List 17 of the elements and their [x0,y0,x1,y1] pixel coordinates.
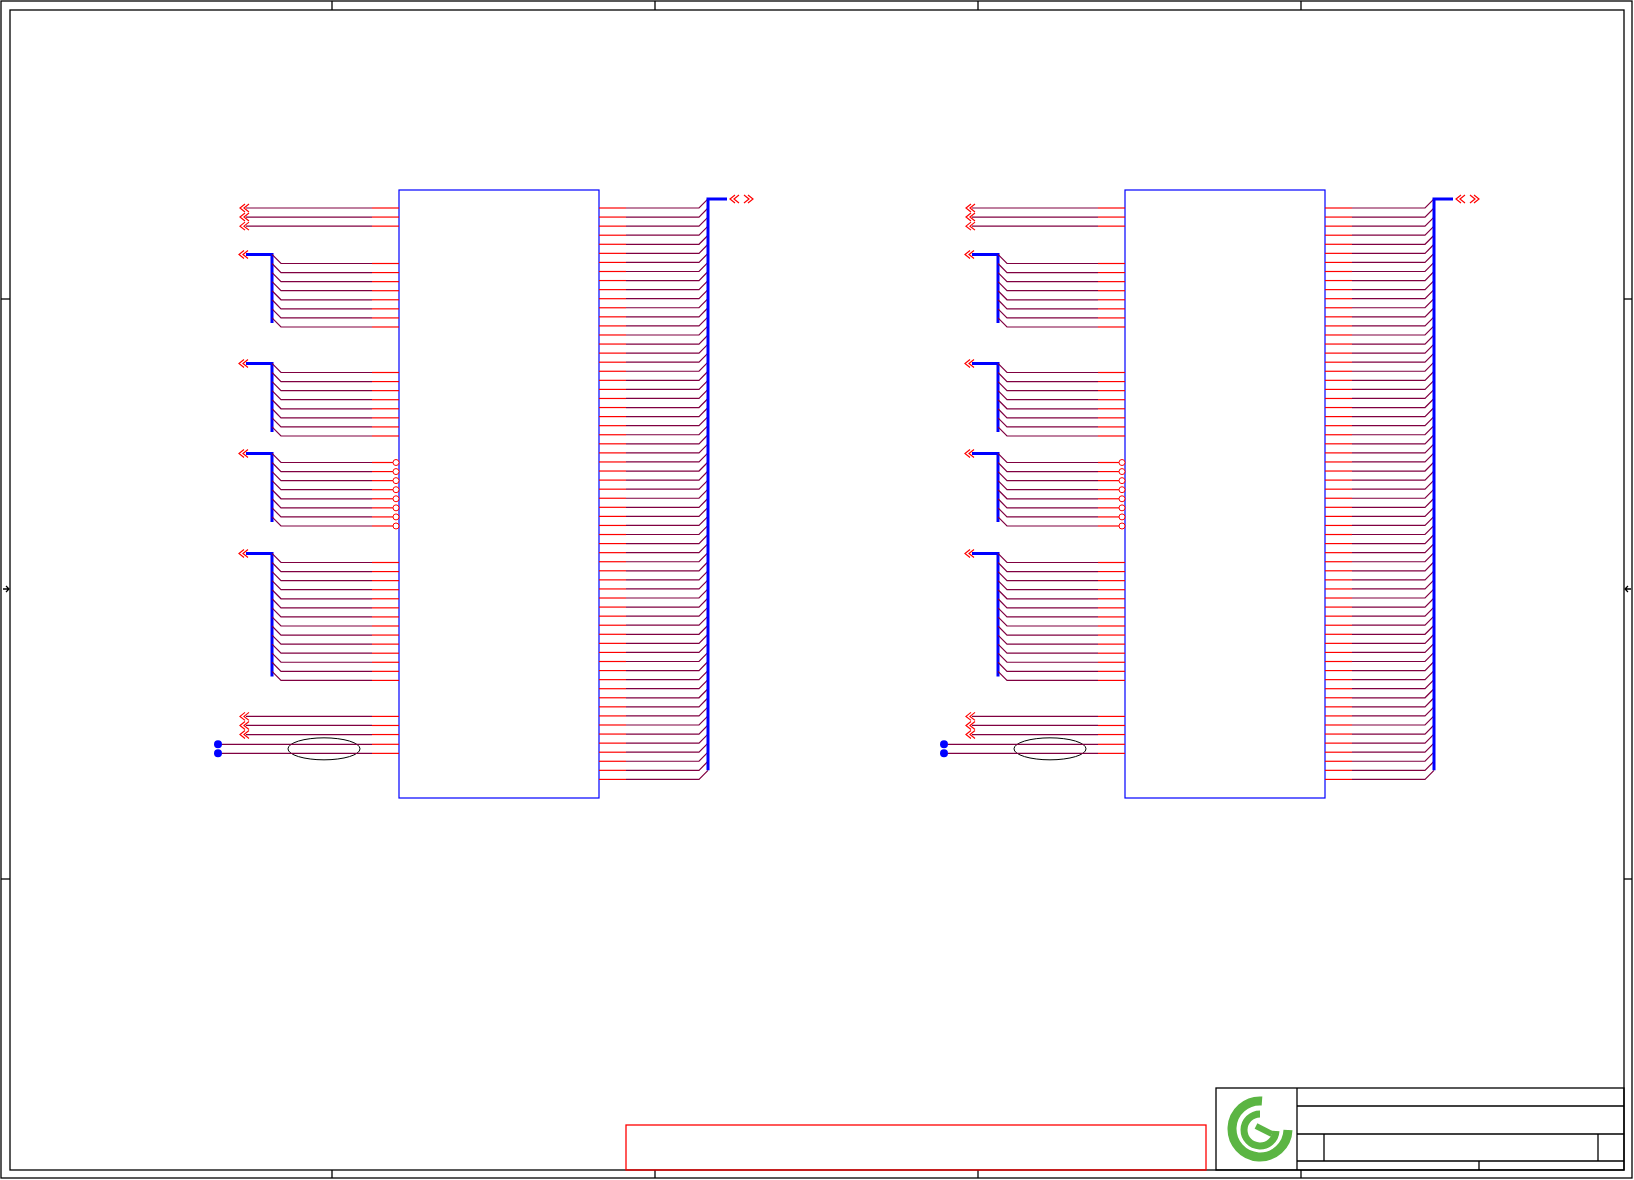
double-chevron-icon [964,358,975,369]
double-chevron-icon [964,448,975,459]
bus-line [972,451,1000,522]
double-chevron-icon [238,358,249,369]
double-chevron-icon [238,249,249,260]
bus-line [246,361,274,432]
double-chevron-icon [238,548,249,559]
bidirectional-chevron-icon [729,194,754,204]
bus-line [972,361,1000,432]
bus-line [972,252,1000,323]
bus-line [246,252,274,323]
bus-line [246,451,274,522]
double-chevron-icon [964,548,975,559]
logo-icon [1227,1096,1293,1162]
double-chevron-icon [238,448,249,459]
bidirectional-chevron-icon [1455,194,1480,204]
double-chevron-icon [964,249,975,260]
